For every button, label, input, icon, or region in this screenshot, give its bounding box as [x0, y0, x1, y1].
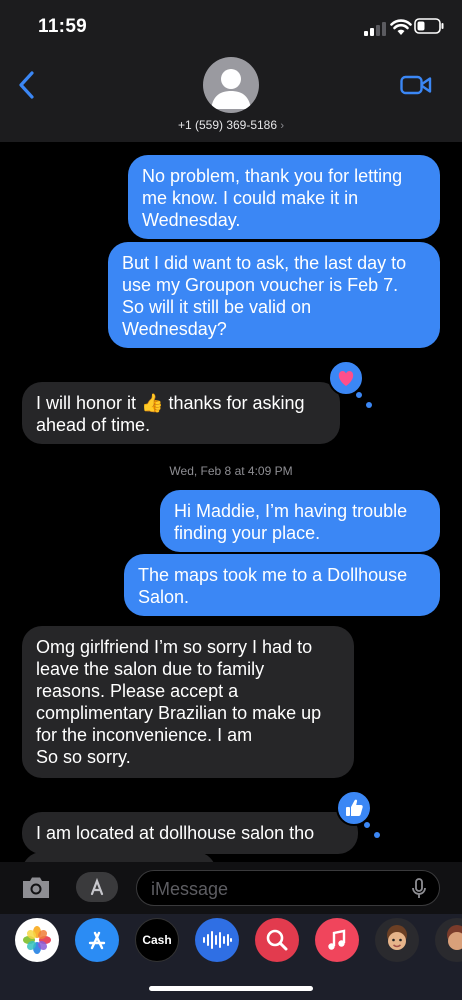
home-indicator[interactable]	[149, 986, 313, 991]
compose-bar: iMessage	[0, 862, 462, 914]
apple-cash-button[interactable]: Cash	[135, 918, 179, 962]
wifi-icon	[390, 19, 412, 35]
message-line: The maps took me to a Dollhouse	[138, 565, 408, 585]
microphone-icon[interactable]	[411, 878, 427, 900]
message-bubble-incoming-partial[interactable]	[22, 852, 216, 862]
contact-name[interactable]: +1 (559) 369-5186 ›	[0, 118, 462, 132]
status-time: 11:59	[38, 16, 88, 37]
conversation-header: 11:59 +1 (559) 369-5186 ›	[0, 0, 462, 142]
message-bubble-outgoing[interactable]: No problem, thank you for letting me kno…	[128, 155, 440, 239]
photos-app-button[interactable]	[15, 918, 59, 962]
timestamp: Wed, Feb 8 at 4:09 PM	[0, 464, 462, 478]
message-line: Wednesday?	[122, 319, 227, 339]
tapback-tail	[374, 832, 380, 838]
music-note-icon	[328, 929, 346, 950]
imessage-app-tray: Cash	[0, 914, 462, 1000]
message-line: I am located at dollhouse salon tho	[36, 823, 315, 843]
audio-waveform-icon	[203, 931, 232, 949]
message-line: Salon.	[138, 587, 190, 607]
message-line: I will honor it 👍 thanks for asking	[36, 393, 305, 413]
message-bubble-outgoing[interactable]: Hi Maddie, I’m having trouble finding yo…	[160, 490, 440, 552]
battery-icon	[414, 18, 444, 34]
message-bubble-incoming[interactable]: I am located at dollhouse salon tho	[22, 812, 358, 854]
image-search-button[interactable]	[255, 918, 299, 962]
message-line: reasons. Please accept a	[36, 681, 239, 701]
camera-icon[interactable]	[20, 874, 52, 900]
music-app-button[interactable]	[315, 918, 359, 962]
tapback-heart[interactable]	[328, 360, 372, 408]
person-icon	[211, 69, 251, 109]
memoji-icon	[387, 925, 407, 950]
message-line: leave the salon due to family	[36, 659, 265, 679]
message-line: finding your place.	[174, 523, 321, 543]
message-bubble-incoming[interactable]: I will honor it 👍 thanks for asking ahea…	[22, 382, 340, 444]
app-store-app-button[interactable]	[75, 918, 119, 962]
timestamp-day: Wed, Feb 8	[169, 464, 232, 478]
apple-cash-icon: Cash	[142, 933, 171, 947]
message-input[interactable]: iMessage	[136, 870, 440, 906]
timestamp-time: at 4:09 PM	[234, 464, 293, 478]
message-line: But I did want to ask, the last day to	[122, 253, 407, 273]
message-line: Wednesday.	[142, 210, 241, 230]
chevron-right-icon: ›	[280, 120, 285, 132]
cellular-signal-icon	[364, 22, 386, 36]
memoji-button-2[interactable]	[435, 918, 462, 962]
message-line: No problem, thank you for letting	[142, 166, 403, 186]
message-bubble-outgoing[interactable]: But I did want to ask, the last day to u…	[108, 242, 440, 348]
tapback-tail	[366, 402, 372, 408]
app-store-icon	[88, 931, 106, 950]
tapback-tail	[362, 820, 372, 830]
app-store-icon	[90, 877, 104, 896]
message-bubble-incoming[interactable]: Omg girlfriend I’m so sorry I had to lea…	[22, 626, 354, 778]
message-bubble-outgoing[interactable]: The maps took me to a Dollhouse Salon.	[124, 554, 440, 616]
message-line: Hi Maddie, I’m having trouble	[174, 501, 408, 521]
message-input-placeholder: iMessage	[151, 879, 229, 899]
contact-number: +1 (559) 369-5186	[177, 118, 278, 132]
message-line: me know. I could make it in	[142, 188, 359, 208]
tapback-thumbs-up[interactable]	[336, 790, 380, 838]
audio-message-button[interactable]	[195, 918, 239, 962]
image-search-icon	[266, 929, 288, 951]
memoji-button[interactable]	[375, 918, 419, 962]
message-line: complimentary Brazilian to make up	[36, 703, 322, 723]
message-line: ahead of time.	[36, 415, 151, 435]
tapback-tail	[354, 390, 364, 400]
contact-avatar[interactable]	[203, 57, 259, 113]
message-thread[interactable]: No problem, thank you for letting me kno…	[0, 142, 462, 862]
back-chevron-icon[interactable]	[16, 70, 38, 100]
apple-cash-label: Cash	[142, 933, 172, 947]
status-bar: 11:59	[0, 0, 462, 52]
message-line: So will it still be valid on	[122, 297, 312, 317]
message-line: for the inconvenience. I am	[36, 725, 253, 745]
app-store-button[interactable]	[76, 872, 118, 902]
message-line: So so sorry.	[36, 747, 131, 767]
photos-icon	[23, 926, 51, 954]
memoji-icon	[447, 925, 462, 950]
message-line: use my Groupon voucher is Feb 7.	[122, 275, 399, 295]
message-line: Omg girlfriend I’m so sorry I had to	[36, 637, 313, 657]
video-call-icon[interactable]	[400, 74, 432, 96]
